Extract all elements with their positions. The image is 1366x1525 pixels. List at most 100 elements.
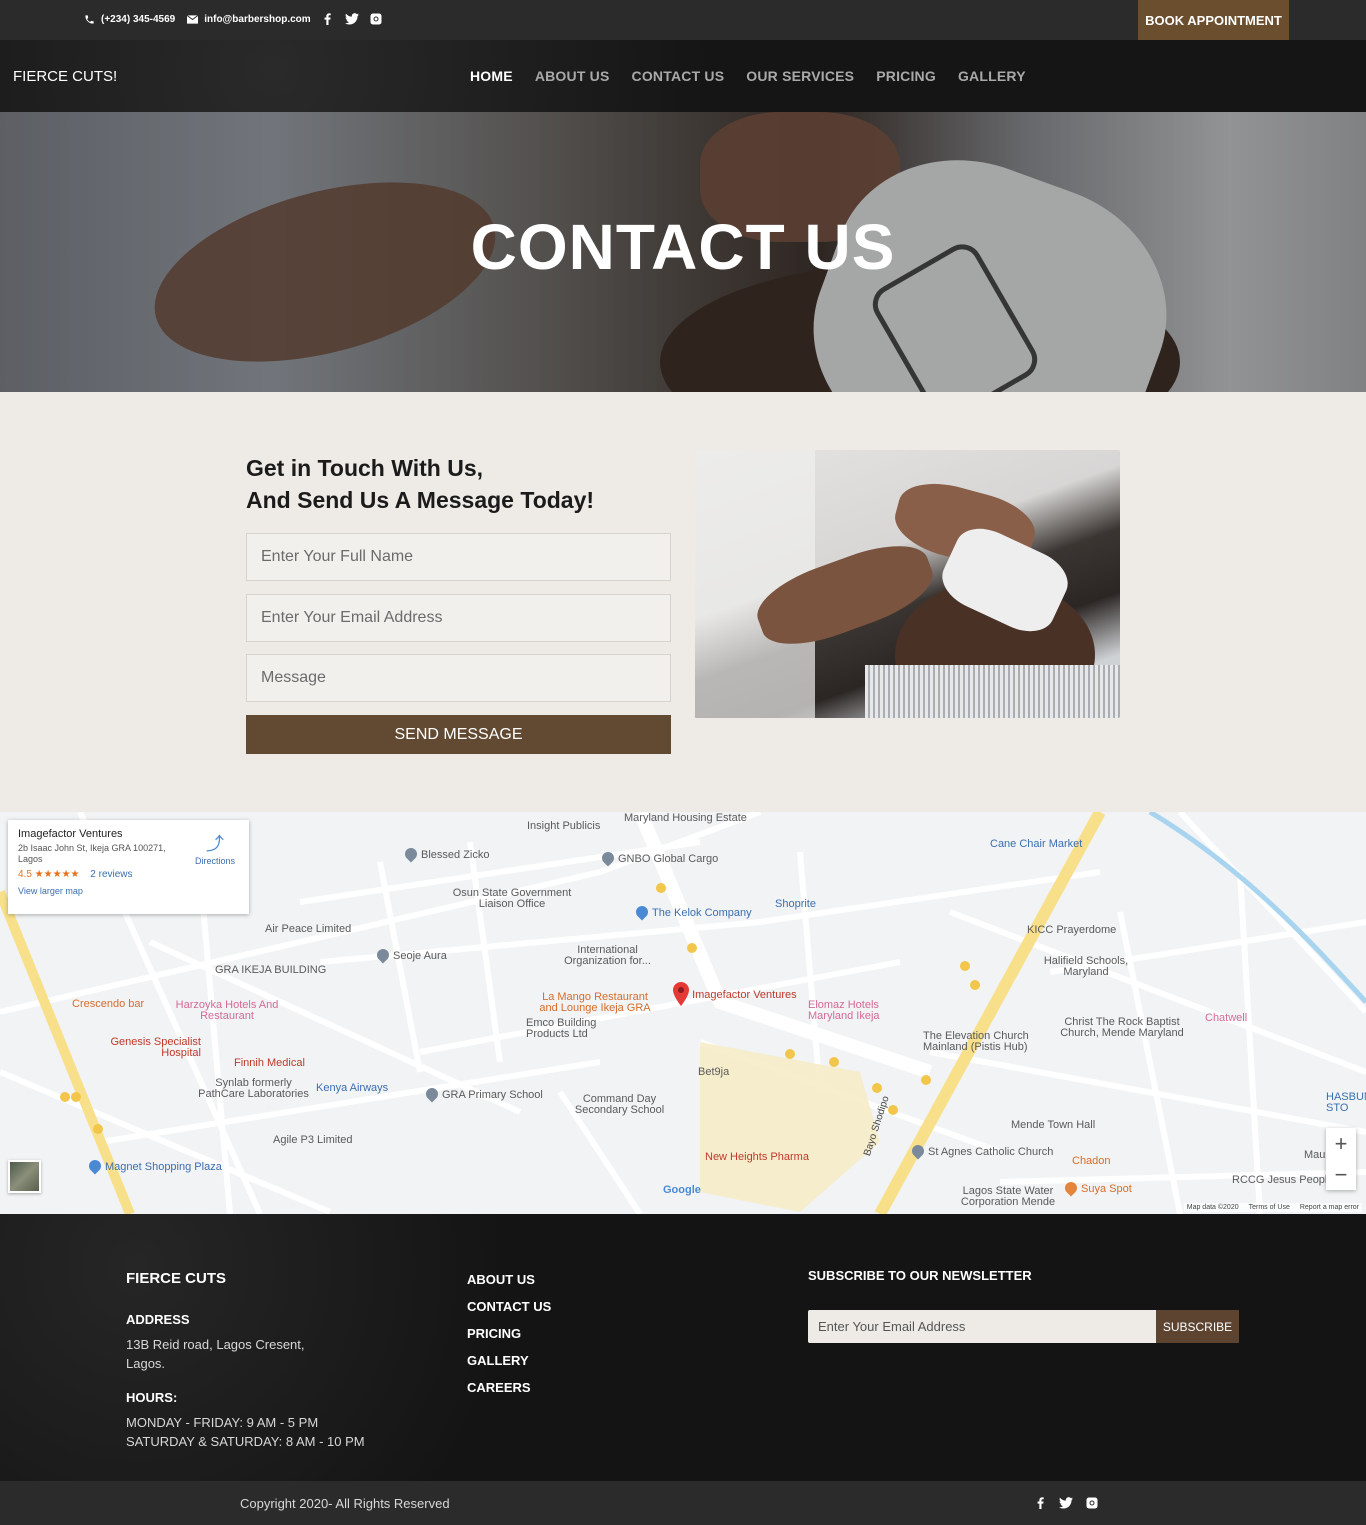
map-label[interactable]: Blessed Zicko <box>402 845 489 863</box>
map-label[interactable]: Crescendo bar <box>72 998 144 1010</box>
main-navbar: FIERCE CUTS! HOME ABOUT US CONTACT US OU… <box>0 40 1366 112</box>
map-label[interactable]: RCCG Jesus People <box>1232 1174 1334 1186</box>
footer-link-gallery[interactable]: GALLERY <box>467 1352 551 1369</box>
map-label[interactable]: Genesis Specialist Hospital <box>106 1037 202 1059</box>
map-label[interactable]: KICC Prayerdome <box>1027 924 1116 936</box>
map-label[interactable]: Seoje Aura <box>374 946 447 964</box>
map-label[interactable]: Harzoyka Hotels And Restaurant <box>172 1000 282 1022</box>
footer-brand: FIERCE CUTS <box>126 1270 227 1287</box>
rating-stars: 4.5 ★★★★★ <box>18 869 80 880</box>
map-label[interactable]: New Heights Pharma <box>705 1151 809 1163</box>
map-label[interactable]: GRA IKEJA BUILDING <box>215 964 326 976</box>
map-label[interactable]: Bet9ja <box>698 1066 729 1078</box>
reviews-link[interactable]: 2 reviews <box>90 869 132 880</box>
footer-link-pricing[interactable]: PRICING <box>467 1325 551 1342</box>
site-logo[interactable]: FIERCE CUTS! <box>13 68 117 85</box>
map-label[interactable]: Elomaz Hotels Maryland Ikeja <box>808 1000 898 1022</box>
view-larger-map-link[interactable]: View larger map <box>18 886 239 896</box>
map-label[interactable]: Halifield Schools, Maryland <box>1036 956 1136 978</box>
map-label[interactable]: Christ The Rock Baptist Church, Mende Ma… <box>1052 1017 1192 1039</box>
map-label[interactable]: Finnih Medical <box>234 1057 305 1069</box>
contact-heading-line2: And Send Us A Message Today! <box>246 487 595 513</box>
map-label[interactable]: The Kelok Company <box>633 903 752 921</box>
map-label-text: GNBO Global Cargo <box>618 853 719 865</box>
nav-pricing[interactable]: PRICING <box>876 68 936 84</box>
instagram-icon[interactable] <box>1085 1496 1099 1510</box>
facebook-icon[interactable] <box>1033 1496 1047 1510</box>
map-label-imagefactor[interactable]: Imagefactor Ventures <box>673 982 797 1006</box>
map-label[interactable]: Emco Building Products Ltd <box>526 1018 616 1040</box>
satellite-toggle[interactable] <box>8 1160 41 1193</box>
send-message-button[interactable]: SEND MESSAGE <box>246 715 671 754</box>
map-info-card: Imagefactor Ventures 2b Isaac John St, I… <box>8 820 249 914</box>
address-text: 13B Reid road, Lagos Cresent, Lagos. <box>126 1337 305 1371</box>
map-pin-icon <box>599 849 617 867</box>
map-label[interactable]: La Mango Restaurant and Lounge Ikeja GRA <box>536 992 654 1014</box>
directions-button[interactable]: ⤴ Directions <box>195 830 235 866</box>
map-label[interactable]: Mende Town Hall <box>1011 1119 1095 1131</box>
map-marker-icon <box>673 982 689 1006</box>
facebook-icon[interactable] <box>321 12 335 26</box>
twitter-icon[interactable] <box>344 12 359 26</box>
google-logo: Google <box>663 1184 701 1196</box>
map-label[interactable]: Maryland Housing Estate <box>624 812 747 824</box>
location-map[interactable]: Insight Publicis Maryland Housing Estate… <box>0 812 1366 1214</box>
footer-link-about-us[interactable]: ABOUT US <box>467 1271 551 1288</box>
map-label[interactable]: Command Day Secondary School <box>572 1094 667 1116</box>
email-address: info@barbershop.com <box>204 13 311 25</box>
site-footer: FIERCE CUTS ADDRESS 13B Reid road, Lagos… <box>0 1214 1366 1481</box>
full-name-input[interactable] <box>246 533 671 581</box>
twitter-icon[interactable] <box>1059 1496 1073 1510</box>
email-contact[interactable]: info@barbershop.com <box>185 12 311 26</box>
nav-contact-us[interactable]: CONTACT US <box>632 68 725 84</box>
map-label[interactable]: Suya Spot <box>1062 1179 1132 1197</box>
map-label[interactable]: HASBUNALLA STO <box>1326 1092 1366 1114</box>
map-label[interactable]: Lagos State Water Corporation Mende <box>958 1186 1058 1208</box>
map-label[interactable]: Osun State Government Liaison Office <box>452 888 572 910</box>
map-label-text: Imagefactor Ventures <box>692 989 797 1001</box>
zoom-in-button[interactable]: + <box>1326 1128 1356 1159</box>
map-label[interactable]: Chadon <box>1072 1155 1111 1167</box>
nav-home[interactable]: HOME <box>470 68 513 84</box>
map-label[interactable]: Magnet Shopping Plaza <box>86 1157 222 1175</box>
map-pin-icon <box>402 845 420 863</box>
map-label[interactable]: Agile P3 Limited <box>273 1134 353 1146</box>
map-label[interactable]: Kenya Airways <box>316 1082 388 1094</box>
terms-of-use-link[interactable]: Terms of Use <box>1249 1204 1290 1211</box>
nav-our-services[interactable]: OUR SERVICES <box>746 68 854 84</box>
map-pin-icon <box>909 1142 927 1160</box>
footer-link-careers[interactable]: CAREERS <box>467 1379 551 1396</box>
mail-icon <box>185 12 199 26</box>
nav-gallery[interactable]: GALLERY <box>958 68 1026 84</box>
photo-shirt <box>865 665 1120 718</box>
map-label[interactable]: The Elevation Church Mainland (Pistis Hu… <box>923 1031 1043 1053</box>
map-label[interactable]: Mau <box>1304 1149 1325 1161</box>
book-appointment-button[interactable]: BOOK APPOINTMENT <box>1138 0 1289 40</box>
phone-contact[interactable]: (+234) 345-4569 <box>82 12 175 26</box>
footer-link-contact-us[interactable]: CONTACT US <box>467 1298 551 1315</box>
map-label[interactable]: International Organization for... <box>560 945 655 967</box>
barber-photo <box>695 450 1120 718</box>
map-label[interactable]: Cane Chair Market <box>990 838 1082 850</box>
map-label[interactable]: GRA Primary School <box>423 1085 543 1103</box>
directions-label: Directions <box>194 856 235 866</box>
map-label-text: St Agnes Catholic Church <box>928 1146 1054 1158</box>
map-label[interactable]: Synlab formerly PathCare Laboratories <box>196 1078 311 1100</box>
map-label[interactable]: St Agnes Catholic Church <box>909 1142 1054 1160</box>
map-label[interactable]: Air Peace Limited <box>265 923 351 935</box>
map-credits: Map data ©2020 Terms of Use Report a map… <box>1183 1203 1362 1212</box>
instagram-icon[interactable] <box>369 12 383 26</box>
address-heading: ADDRESS <box>126 1312 190 1327</box>
map-label[interactable]: Insight Publicis <box>527 820 600 832</box>
newsletter-email-input[interactable] <box>808 1310 1156 1343</box>
email-input[interactable] <box>246 594 671 642</box>
report-map-error-link[interactable]: Report a map error <box>1300 1204 1359 1211</box>
nav-about-us[interactable]: ABOUT US <box>535 68 610 84</box>
map-label[interactable]: Shoprite <box>775 898 816 910</box>
map-label[interactable]: Chatwell <box>1205 1012 1247 1024</box>
subscribe-button[interactable]: SUBSCRIBE <box>1156 1310 1239 1343</box>
map-label[interactable]: GNBO Global Cargo <box>599 849 719 867</box>
hours-heading: HOURS: <box>126 1390 178 1405</box>
message-input[interactable] <box>246 654 671 702</box>
zoom-out-button[interactable]: − <box>1326 1159 1356 1190</box>
